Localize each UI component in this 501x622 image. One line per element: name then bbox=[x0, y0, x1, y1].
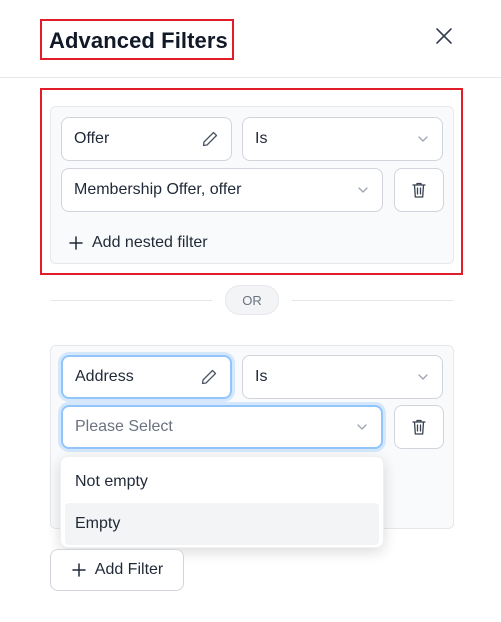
pencil-icon[interactable] bbox=[201, 130, 219, 148]
or-label: OR bbox=[242, 292, 262, 308]
value-placeholder: Please Select bbox=[75, 418, 173, 435]
trash-icon bbox=[412, 419, 426, 435]
delete-filter-button-1[interactable] bbox=[394, 168, 444, 212]
or-divider-left bbox=[50, 300, 212, 301]
add-filter-button[interactable]: Add Filter bbox=[50, 549, 184, 591]
dialog-title: Advanced Filters bbox=[49, 28, 228, 53]
field-label: Offer bbox=[74, 130, 110, 147]
add-nested-filter-label: Add nested filter bbox=[92, 234, 208, 251]
plus-icon bbox=[72, 563, 86, 577]
trash-icon bbox=[412, 182, 426, 198]
dropdown-option-empty[interactable]: Empty bbox=[65, 503, 379, 545]
pencil-icon[interactable] bbox=[200, 368, 218, 386]
field-selector-address[interactable]: Address bbox=[61, 355, 232, 399]
add-filter-label: Add Filter bbox=[94, 561, 164, 578]
operator-label: Is bbox=[255, 368, 268, 385]
value-label: Membership Offer, offer bbox=[74, 181, 242, 198]
add-nested-filter-button[interactable]: Add nested filter bbox=[68, 234, 208, 252]
dropdown-option-not-empty[interactable]: Not empty bbox=[65, 461, 379, 503]
field-label: Address bbox=[75, 368, 134, 385]
dialog-header: Advanced Filters bbox=[0, 0, 501, 78]
or-divider-right bbox=[292, 300, 454, 301]
chevron-down-icon bbox=[357, 424, 367, 430]
delete-filter-button-2[interactable] bbox=[394, 405, 444, 449]
operator-select-1[interactable]: Is bbox=[242, 117, 443, 161]
close-icon bbox=[436, 28, 452, 44]
field-selector-offer[interactable]: Offer bbox=[61, 117, 232, 161]
operator-select-2[interactable]: Is bbox=[242, 355, 443, 399]
chevron-down-icon bbox=[358, 187, 368, 193]
chevron-down-icon bbox=[418, 136, 428, 142]
or-separator: OR bbox=[225, 285, 279, 315]
value-select-2[interactable]: Please Select bbox=[61, 405, 383, 449]
plus-icon bbox=[69, 236, 83, 250]
value-select-1[interactable]: Membership Offer, offer bbox=[61, 168, 383, 212]
value-dropdown-menu: Not empty Empty bbox=[60, 456, 384, 548]
operator-label: Is bbox=[255, 130, 268, 147]
chevron-down-icon bbox=[418, 374, 428, 380]
close-button[interactable] bbox=[432, 24, 456, 48]
